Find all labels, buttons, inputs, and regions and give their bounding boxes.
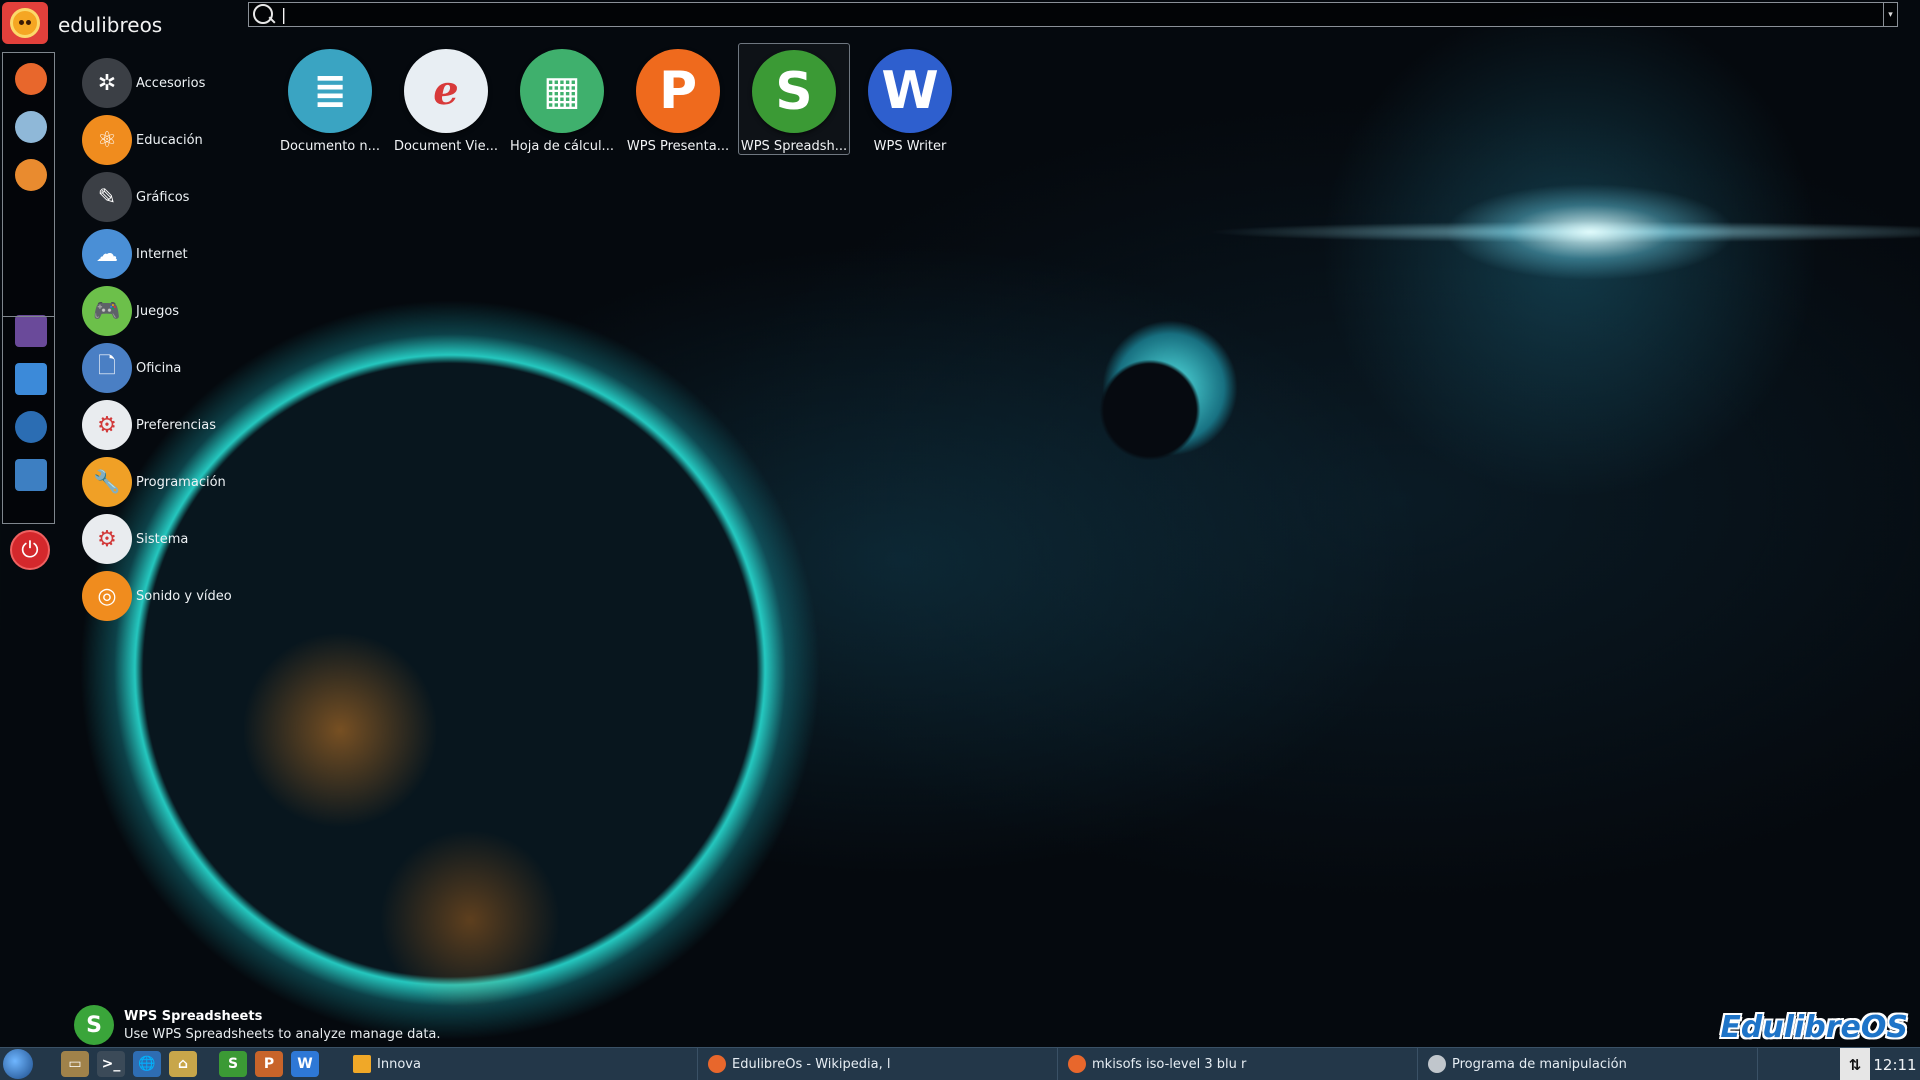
web-launcher-icon[interactable]: 🌐 — [133, 1051, 161, 1077]
wps-presentation-launcher-icon[interactable]: P — [255, 1051, 283, 1077]
app-launcher[interactable]: ▦ Hoja de cálcul... — [506, 43, 618, 155]
start-menu-button[interactable] — [3, 1049, 33, 1079]
menu-logo-button[interactable] — [2, 2, 48, 44]
selected-app-title: WPS Spreadsheets — [124, 1008, 263, 1024]
category-item[interactable]: ⚙ Sistema — [82, 513, 282, 565]
power-icon: ⏻ — [21, 537, 39, 563]
app-launcher[interactable]: W WPS Writer — [854, 43, 966, 155]
taskbar-window-label: mkisofs iso-level 3 blu r — [1092, 1056, 1247, 1072]
power-button[interactable]: ⏻ — [10, 530, 50, 570]
app-label: WPS Presenta... — [626, 139, 730, 154]
app-label: WPS Spreadsh... — [740, 139, 848, 154]
dock-divider — [3, 316, 54, 317]
category-item[interactable]: 🔧 Programación — [82, 456, 282, 508]
category-item[interactable]: ✎ Gráficos — [82, 171, 282, 223]
taskbar-window-label: EdulibreOs - Wikipedia, l — [732, 1056, 891, 1072]
app-label: Document Vie... — [393, 139, 499, 154]
category-item[interactable]: ◎ Sonido y vídeo — [82, 570, 282, 622]
app-icon: ▦ — [520, 49, 604, 133]
taskbar-window-button[interactable]: Programa de manipulación — [1418, 1047, 1758, 1080]
home-launcher-icon[interactable]: ⌂ — [169, 1051, 197, 1077]
app-launcher[interactable]: ℯ Document Vie... — [390, 43, 502, 155]
category-icon: 🔧 — [82, 457, 132, 507]
category-icon: ⚙ — [82, 514, 132, 564]
category-icon: ◎ — [82, 571, 132, 621]
tiger-logo-icon — [10, 8, 40, 38]
search-bar[interactable]: | ▾ — [248, 2, 1898, 27]
category-label: Internet — [136, 246, 188, 262]
bird-icon[interactable] — [15, 111, 47, 143]
app-label: WPS Writer — [873, 139, 947, 154]
category-icon: 🗋 — [82, 343, 132, 393]
app-label: Hoja de cálcul... — [510, 139, 614, 154]
terminal-launcher-icon[interactable]: >_ — [97, 1051, 125, 1077]
file-manager-launcher-icon[interactable]: ▭ — [61, 1051, 89, 1077]
fox-orange-icon[interactable] — [15, 159, 47, 191]
selected-app-info: S WPS Spreadsheets Use WPS Spreadsheets … — [74, 1005, 441, 1045]
category-icon: 🎮 — [82, 286, 132, 336]
system-tray: ⇅ 12:11 — [1840, 1048, 1920, 1080]
wps-writer-launcher-icon[interactable]: W — [291, 1051, 319, 1077]
favorites-dock — [2, 52, 55, 524]
edulibreos-watermark-logo: EdulibreOS — [1720, 1010, 1908, 1045]
taskbar-window-label: Innova — [377, 1056, 421, 1072]
taskbar-window-button[interactable]: Innova — [343, 1047, 698, 1080]
gimp-icon — [1428, 1055, 1446, 1073]
app-launcher[interactable]: P WPS Presenta... — [622, 43, 734, 155]
category-item[interactable]: ✲ Accesorios — [82, 57, 282, 109]
category-label: Sonido y vídeo — [136, 588, 232, 604]
taskbar-window-button[interactable]: mkisofs iso-level 3 blu r — [1058, 1047, 1418, 1080]
username-label: edulibreos — [58, 13, 163, 37]
app-icon: S — [752, 50, 836, 133]
category-label: Juegos — [136, 303, 180, 319]
search-icon — [249, 2, 279, 27]
category-icon: ✎ — [82, 172, 132, 222]
wps-spreadsheets-icon: S — [74, 1005, 114, 1045]
category-item[interactable]: 🗋 Oficina — [82, 342, 282, 394]
wps-spreadsheets-launcher-icon[interactable]: S — [219, 1051, 247, 1077]
monitor-icon[interactable] — [15, 363, 47, 395]
category-label: Gráficos — [136, 189, 190, 205]
taskbar-window-label: Programa de manipulación — [1452, 1056, 1627, 1072]
firefox-icon — [1068, 1055, 1086, 1073]
category-icon: ✲ — [82, 58, 132, 108]
category-label: Preferencias — [136, 417, 217, 433]
app-launcher[interactable]: ≣ Documento n... — [274, 43, 386, 155]
app-icon: ≣ — [288, 49, 372, 133]
firefox-icon[interactable] — [15, 63, 47, 95]
app-label: Documento n... — [279, 139, 381, 154]
category-label: Oficina — [136, 360, 182, 376]
app-launcher[interactable]: S WPS Spreadsh... — [738, 43, 850, 155]
taskbar: ▭ >_ 🌐 ⌂ S P W Innova EdulibreOs - Wikipedia, l… — [0, 1047, 1920, 1080]
app-icon: ℯ — [404, 49, 488, 133]
selected-app-description: Use WPS Spreadsheets to analyze manage d… — [124, 1026, 441, 1042]
network-icon[interactable]: ⇅ — [1840, 1048, 1870, 1080]
search-dropdown-arrow-icon[interactable]: ▾ — [1883, 3, 1897, 26]
settings-icon[interactable] — [15, 315, 47, 347]
category-label: Sistema — [136, 531, 189, 547]
category-label: Programación — [136, 474, 226, 490]
category-item[interactable]: 🎮 Juegos — [82, 285, 282, 337]
search-input[interactable] — [286, 3, 1883, 26]
firefox-icon — [708, 1055, 726, 1073]
category-item[interactable]: ⚛ Educación — [82, 114, 282, 166]
app-icon: W — [868, 49, 952, 133]
folder-icon — [353, 1055, 371, 1073]
category-label: Educación — [136, 132, 203, 148]
app-icon: P — [636, 49, 720, 133]
category-item[interactable]: ☁ Internet — [82, 228, 282, 280]
notes-icon[interactable] — [15, 459, 47, 491]
clock[interactable]: 12:11 — [1870, 1056, 1920, 1074]
category-icon: ⚙ — [82, 400, 132, 450]
category-label: Accesorios — [136, 75, 206, 91]
media-player-icon[interactable] — [15, 411, 47, 443]
taskbar-window-button[interactable]: EdulibreOs - Wikipedia, l — [698, 1047, 1058, 1080]
category-icon: ⚛ — [82, 115, 132, 165]
category-item[interactable]: ⚙ Preferencias — [82, 399, 282, 451]
category-icon: ☁ — [82, 229, 132, 279]
